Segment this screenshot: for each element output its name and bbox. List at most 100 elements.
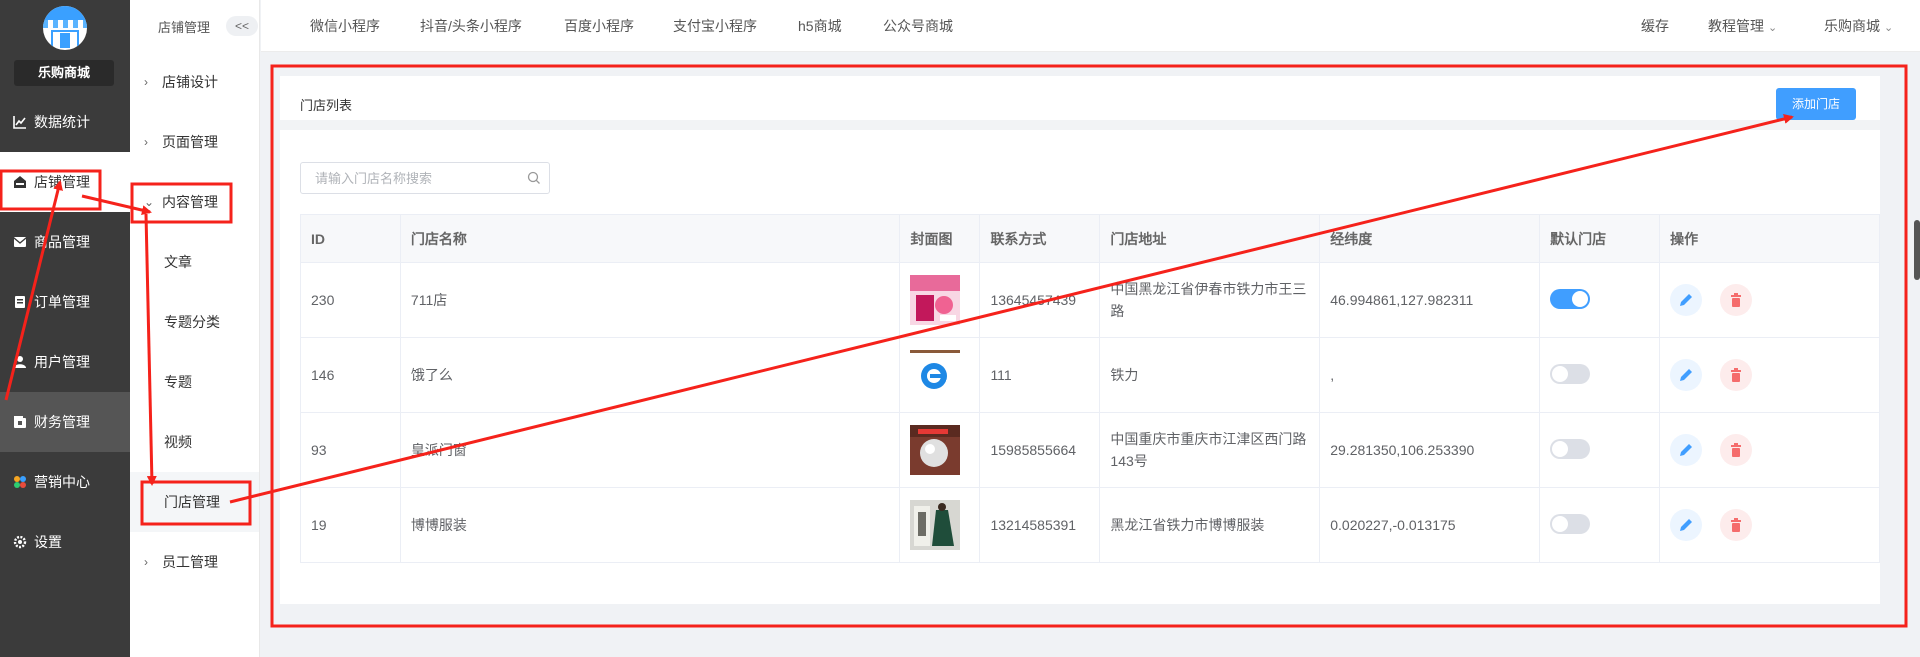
goods-icon xyxy=(12,234,28,250)
edit-button[interactable] xyxy=(1670,284,1703,316)
chevron-down-icon: ⌄ xyxy=(1884,22,1894,34)
subnav-child-video[interactable]: 视频 xyxy=(130,412,259,472)
default-store-toggle[interactable] xyxy=(1550,288,1591,309)
cover-image[interactable] xyxy=(910,500,961,550)
cover-image[interactable] xyxy=(910,350,961,400)
delete-button[interactable] xyxy=(1719,434,1752,466)
cell-default xyxy=(1539,487,1661,563)
cache-link[interactable]: 缓存 xyxy=(1641,0,1669,52)
logo-area: 乐购商城 xyxy=(0,0,130,92)
store-logo-icon xyxy=(43,6,87,50)
trash-icon xyxy=(1730,518,1741,532)
sidebar-item-settings[interactable]: 设置 xyxy=(0,512,130,572)
mall-menu[interactable]: 乐购商城 ⌄ xyxy=(1824,0,1893,52)
cell-actions xyxy=(1659,262,1880,338)
cell-address: 中国重庆市重庆市江津区西门路143号 xyxy=(1099,412,1321,488)
tab-official-account[interactable]: 公众号商城 xyxy=(883,0,953,52)
add-store-button[interactable]: 添加门店 xyxy=(1776,88,1856,120)
col-name: 门店名称 xyxy=(399,214,901,263)
pencil-icon xyxy=(1680,444,1693,456)
subnav-item-staff[interactable]: › 员工管理 xyxy=(130,532,259,592)
edit-button[interactable] xyxy=(1670,509,1703,541)
search-input[interactable] xyxy=(301,163,521,193)
tab-alipay-mini[interactable]: 支付宝小程序 xyxy=(673,0,757,52)
sidebar-item-label: 设置 xyxy=(34,534,62,550)
sidebar-item-label: 订单管理 xyxy=(34,294,90,310)
cell-cover xyxy=(899,262,981,338)
subnav-item-content[interactable]: ⌄ 内容管理 xyxy=(130,172,259,232)
sidebar-item-finance[interactable]: 财务管理 xyxy=(0,392,130,452)
sub-sidebar: 店铺管理 << › 店铺设计 › 页面管理 ⌄ 内容管理 文章 专题分类 专题 … xyxy=(130,0,260,657)
table-header-row: ID 门店名称 封面图 联系方式 门店地址 经纬度 默认门店 操作 xyxy=(300,214,1880,263)
col-default: 默认门店 xyxy=(1539,214,1661,263)
page-title: 门店列表 xyxy=(300,98,353,113)
col-address: 门店地址 xyxy=(1099,214,1321,263)
cell-actions xyxy=(1659,337,1880,413)
delete-button[interactable] xyxy=(1719,359,1752,391)
trash-icon xyxy=(1730,443,1741,457)
subnav-child-label: 视频 xyxy=(164,434,192,450)
tutorial-menu[interactable]: 教程管理 ⌄ xyxy=(1708,0,1777,52)
marketing-icon xyxy=(12,474,28,490)
cell-cover xyxy=(899,337,981,413)
tab-baidu-mini[interactable]: 百度小程序 xyxy=(564,0,634,52)
sidebar-item-marketing[interactable]: 营销中心 xyxy=(0,452,130,512)
subnav-item-label: 员工管理 xyxy=(162,554,218,570)
panel-header: 门店列表 添加门店 xyxy=(280,76,1880,130)
search-box xyxy=(300,162,550,194)
scrollbar-handle[interactable] xyxy=(1914,220,1920,280)
subnav-child-label: 门店管理 xyxy=(164,494,220,510)
edit-button[interactable] xyxy=(1670,434,1703,466)
subnav-title: 店铺管理 xyxy=(158,19,211,35)
tab-h5-mall[interactable]: h5商城 xyxy=(798,0,842,52)
subnav-child-topic[interactable]: 专题 xyxy=(130,352,259,412)
cell-default xyxy=(1539,262,1661,338)
cell-latlng: 46.994861,127.982311 xyxy=(1319,262,1541,338)
subnav-item-pages[interactable]: › 页面管理 xyxy=(130,112,259,172)
subnav-child-topic-category[interactable]: 专题分类 xyxy=(130,292,259,352)
table-row: 146 饿了么 111 铁力 , xyxy=(300,337,1880,413)
brand-name: 乐购商城 xyxy=(14,60,114,86)
sidebar-item-goods[interactable]: 商品管理 xyxy=(0,212,130,272)
sidebar-item-users[interactable]: 用户管理 xyxy=(0,332,130,392)
trash-icon xyxy=(1730,293,1741,307)
subnav-item-store-design[interactable]: › 店铺设计 xyxy=(130,52,259,112)
sidebar-item-label: 数据统计 xyxy=(34,114,90,130)
chevron-down-icon: ⌄ xyxy=(144,195,155,209)
subnav-item-label: 内容管理 xyxy=(162,194,218,210)
store-list-panel: 门店列表 添加门店 ID 门店名称 封面图 联系方式 门店地址 经纬度 默认门店… xyxy=(280,76,1880,604)
tab-douyin-mini[interactable]: 抖音/头条小程序 xyxy=(420,0,522,52)
chevron-right-icon: › xyxy=(144,555,148,569)
col-cover: 封面图 xyxy=(899,214,981,263)
subnav-child-article[interactable]: 文章 xyxy=(130,232,259,292)
default-store-toggle[interactable] xyxy=(1550,438,1591,459)
subnav-child-label: 专题分类 xyxy=(164,314,220,330)
cell-name: 饿了么 xyxy=(399,337,901,413)
store-table: ID 门店名称 封面图 联系方式 门店地址 经纬度 默认门店 操作 230 71… xyxy=(300,214,1880,563)
table-row: 19 博博服装 13214585391 黑龙江省铁力市博博服装 0.020227… xyxy=(300,487,1880,563)
cell-address: 中国黑龙江省伊春市铁力市王三路 xyxy=(1099,262,1321,338)
default-store-toggle[interactable] xyxy=(1550,513,1591,534)
user-icon xyxy=(12,354,28,370)
delete-button[interactable] xyxy=(1719,509,1752,541)
cell-default xyxy=(1539,337,1661,413)
cover-image[interactable] xyxy=(910,425,961,475)
cover-image[interactable] xyxy=(910,275,961,325)
edit-button[interactable] xyxy=(1670,359,1703,391)
cell-id: 230 xyxy=(300,262,401,338)
cell-latlng: 0.020227,-0.013175 xyxy=(1319,487,1541,563)
collapse-button[interactable]: << xyxy=(226,16,259,36)
main-sidebar: 乐购商城 数据统计 店铺管理 商品管理 订单管理 用户管理 财务管理 营销中心 … xyxy=(0,0,130,657)
sidebar-item-stats[interactable]: 数据统计 xyxy=(0,92,130,152)
sidebar-item-label: 商品管理 xyxy=(34,234,90,250)
search-icon[interactable] xyxy=(527,171,541,185)
table-row: 230 711店 13645457439 中国黑龙江省伊春市铁力市王三路 46.… xyxy=(300,262,1880,338)
delete-button[interactable] xyxy=(1719,284,1752,316)
tab-wechat-mini[interactable]: 微信小程序 xyxy=(310,0,380,52)
sidebar-item-orders[interactable]: 订单管理 xyxy=(0,272,130,332)
default-store-toggle[interactable] xyxy=(1550,363,1591,384)
sidebar-item-store[interactable]: 店铺管理 xyxy=(0,152,130,212)
subnav-child-store-manage[interactable]: 门店管理 xyxy=(130,472,259,532)
chevron-right-icon: › xyxy=(144,135,148,149)
cell-actions xyxy=(1659,412,1880,488)
